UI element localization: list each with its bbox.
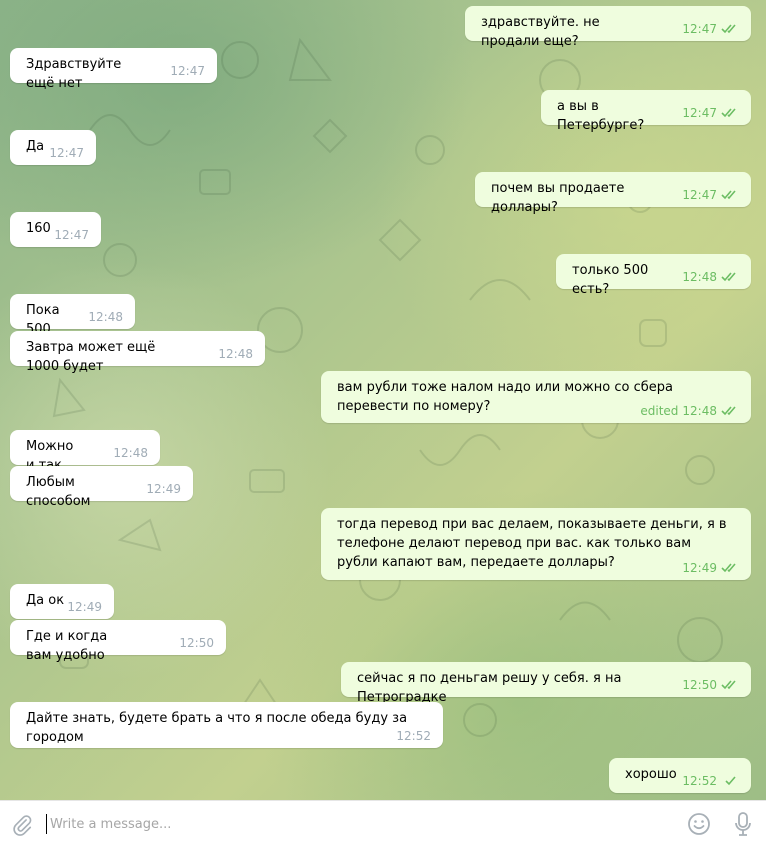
message-meta: 12:48 — [218, 347, 253, 361]
outgoing-message[interactable]: здравствуйте. не продали еще? 12:47 — [465, 6, 751, 49]
message-meta: 12:47 — [49, 146, 84, 160]
outgoing-message[interactable]: почем вы продаете доллары? 12:47 — [475, 172, 751, 215]
outgoing-message[interactable]: только 500 есть? 12:48 — [556, 254, 751, 297]
outgoing-message[interactable]: тогда перевод при вас делаем, показывает… — [321, 508, 751, 580]
message-text: только 500 есть? — [572, 263, 649, 297]
message-meta: 12:47 — [682, 106, 739, 120]
message-text: хорошо — [625, 767, 677, 782]
emoji-icon[interactable] — [687, 812, 711, 836]
message-text: Где и когда вам удобно — [26, 629, 108, 663]
read-double-check-icon — [721, 406, 736, 416]
message-text: тогда перевод при вас делаем, показывает… — [337, 517, 727, 570]
message-input[interactable] — [50, 813, 650, 835]
message-meta: 12:47 — [170, 64, 205, 78]
message-time: 12:48 — [682, 270, 717, 284]
message-meta: 12:49 — [146, 482, 181, 496]
message-meta: 12:48 — [682, 270, 739, 284]
edited-label: edited — [640, 404, 679, 418]
message-meta: 12:47 — [682, 22, 739, 36]
message-text: а вы в Петербурге? — [557, 99, 645, 133]
incoming-message[interactable]: Здравствуйте ещё нет 12:47 — [10, 48, 217, 91]
message-time: 12:49 — [67, 600, 102, 614]
message-meta: 12:47 — [682, 188, 739, 202]
message-time: 12:52 — [396, 729, 431, 743]
incoming-message[interactable]: Пока 500 12:48 — [10, 294, 135, 337]
message-meta: edited 12:48 — [640, 404, 739, 418]
message-meta: 12:52 — [396, 729, 431, 743]
message-time: 12:48 — [88, 310, 123, 324]
message-meta: 12:50 — [179, 636, 214, 650]
outgoing-message[interactable]: вам рубли тоже налом надо или можно со с… — [321, 371, 751, 423]
paperclip-icon[interactable] — [11, 813, 33, 837]
incoming-message[interactable]: Завтра может ещё 1000 будет 12:48 — [10, 331, 265, 374]
incoming-message[interactable]: Да ок 12:49 — [10, 584, 114, 619]
outgoing-message[interactable]: хорошо 12:52 — [609, 758, 751, 793]
message-time: 12:47 — [49, 146, 84, 160]
message-text: Завтра может ещё 1000 будет — [26, 340, 156, 374]
message-time: 12:49 — [146, 482, 181, 496]
read-double-check-icon — [721, 190, 736, 200]
incoming-message[interactable]: Любым способом 12:49 — [10, 466, 193, 509]
message-time: 12:50 — [682, 678, 717, 692]
message-meta: 12:48 — [88, 310, 123, 324]
read-double-check-icon — [721, 108, 736, 118]
message-time: 12:47 — [682, 22, 717, 36]
message-meta: 12:49 — [67, 600, 102, 614]
message-text: Любым способом — [26, 475, 91, 509]
read-double-check-icon — [721, 563, 736, 573]
incoming-message[interactable]: Дайте знать, будете брать а что я после … — [10, 702, 443, 748]
outgoing-message[interactable]: а вы в Петербурге? 12:47 — [541, 90, 751, 133]
message-text: здравствуйте. не продали еще? — [481, 15, 600, 49]
message-meta: 12:48 — [113, 446, 148, 460]
message-time: 12:48 — [218, 347, 253, 361]
message-time: 12:48 — [113, 446, 148, 460]
incoming-message[interactable]: Где и когда вам удобно 12:50 — [10, 620, 226, 663]
message-text: Здравствуйте ещё нет — [26, 57, 122, 91]
message-meta: 12:49 — [682, 561, 739, 575]
message-time: 12:49 — [682, 561, 717, 575]
message-text: Дайте знать, будете брать а что я после … — [26, 711, 408, 745]
incoming-message[interactable]: Да 12:47 — [10, 130, 96, 165]
message-time: 12:47 — [682, 106, 717, 120]
message-time: 12:52 — [682, 774, 717, 788]
message-time: 12:47 — [682, 188, 717, 202]
message-text: почем вы продаете доллары? — [491, 181, 625, 215]
composer-bar — [0, 800, 766, 850]
sent-check-icon — [725, 776, 736, 786]
read-double-check-icon — [721, 24, 736, 34]
incoming-message[interactable]: Можно и так12:48 — [10, 430, 160, 473]
message-time: 12:47 — [170, 64, 205, 78]
text-cursor — [46, 814, 47, 834]
message-meta: 12:50 — [682, 678, 739, 692]
read-double-check-icon — [721, 680, 736, 690]
outgoing-message[interactable]: сейчас я по деньгам решу у себя. я на Пе… — [341, 662, 751, 705]
message-time: 12:47 — [54, 228, 89, 242]
incoming-message[interactable]: 160 12:47 — [10, 212, 101, 247]
message-meta: 12:47 — [54, 228, 89, 242]
read-double-check-icon — [721, 272, 736, 282]
message-time: 12:50 — [179, 636, 214, 650]
microphone-icon[interactable] — [733, 811, 753, 839]
message-time: 12:48 — [682, 404, 717, 418]
chat-area: здравствуйте. не продали еще? 12:47 Здравс… — [0, 0, 766, 800]
message-meta: 12:52 — [682, 774, 739, 788]
